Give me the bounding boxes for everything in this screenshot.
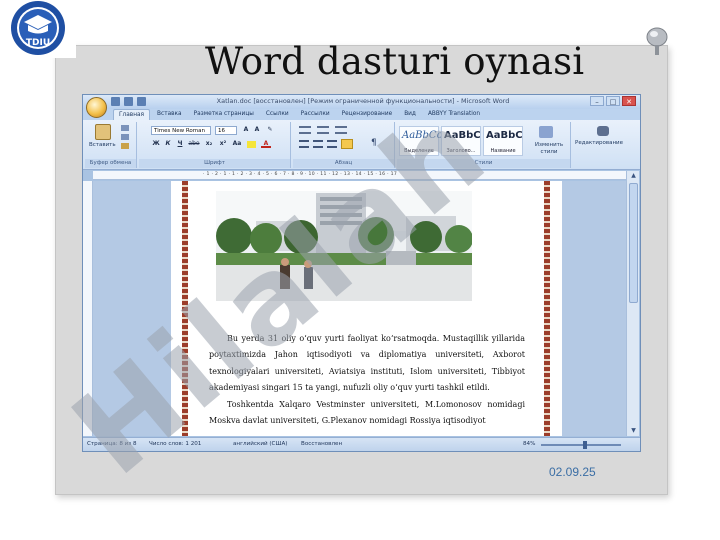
style-title[interactable]: AaBbC Название xyxy=(483,126,523,156)
underline-button[interactable]: Ч xyxy=(175,140,185,148)
font-name-select[interactable]: Times New Roman xyxy=(151,126,211,135)
paste-icon[interactable] xyxy=(95,124,111,140)
tab-view[interactable]: Вид xyxy=(399,109,421,120)
font-size-select[interactable]: 16 xyxy=(215,126,237,135)
paragraph-group: ¶ Абзац xyxy=(293,122,395,168)
format-painter-icon[interactable] xyxy=(121,143,129,149)
university-logo: TDIU xyxy=(0,0,76,58)
style-name: Название xyxy=(490,148,516,154)
change-styles-icon[interactable] xyxy=(539,126,553,138)
horizontal-ruler[interactable]: · 1 · 2 · 1 · 1 · 2 · 3 · 4 · 5 · 6 · 7 … xyxy=(93,171,626,180)
superscript-button[interactable]: x² xyxy=(217,140,229,148)
undo-icon[interactable] xyxy=(124,97,133,106)
grow-font-icon[interactable]: A xyxy=(241,126,251,134)
change-case-button[interactable]: Aa xyxy=(231,140,243,148)
align-left-icon[interactable] xyxy=(299,140,309,148)
mode-status: Восстановлен xyxy=(301,441,343,447)
bold-button[interactable]: Ж xyxy=(151,140,161,148)
multilevel-list-icon[interactable] xyxy=(335,126,347,134)
word-window: Xatlan.doc [восстановлен] [Режим огранич… xyxy=(82,94,641,452)
language-status[interactable]: английский (США) xyxy=(233,441,287,447)
close-button[interactable]: ✕ xyxy=(622,96,636,106)
paragraph-2: Toshkentda Xalqaro Vestminster universit… xyxy=(209,399,525,426)
tab-home[interactable]: Главная xyxy=(113,109,151,120)
logo-text: TDIU xyxy=(26,38,50,48)
clipboard-group: Вставить Буфер обмена xyxy=(85,122,137,168)
font-color-button[interactable]: A xyxy=(261,140,271,148)
tab-insert[interactable]: Вставка xyxy=(152,109,187,120)
page-border-right xyxy=(544,181,550,436)
tab-page-layout[interactable]: Разметка страницы xyxy=(189,109,259,120)
window-titlebar: Xatlan.doc [восстановлен] [Режим огранич… xyxy=(83,95,640,109)
paste-button[interactable]: Вставить xyxy=(89,142,116,148)
save-icon[interactable] xyxy=(111,97,120,106)
tab-abbyy[interactable]: ABBYY Translation xyxy=(423,109,485,120)
binoculars-icon[interactable] xyxy=(597,126,609,136)
redo-icon[interactable] xyxy=(137,97,146,106)
window-title: Xatlan.doc [восстановлен] [Режим огранич… xyxy=(216,97,510,105)
shrink-font-icon[interactable]: A xyxy=(252,126,262,134)
clear-format-icon[interactable]: ✎ xyxy=(265,126,275,134)
editing-group: Редактирование xyxy=(573,122,633,168)
document-text[interactable]: Bu yerda 31 oliy o‘quv yurti faoliyat ko… xyxy=(209,331,525,429)
scroll-down-icon[interactable]: ▼ xyxy=(629,427,638,435)
campus-photo xyxy=(216,191,472,301)
window-controls: – □ ✕ xyxy=(590,96,636,106)
italic-button[interactable]: К xyxy=(163,140,173,148)
scroll-thumb[interactable] xyxy=(629,183,638,303)
document-page[interactable]: Bu yerda 31 oliy o‘quv yurti faoliyat ko… xyxy=(171,181,562,436)
style-emphasis[interactable]: AaBbCcI Выделение xyxy=(399,126,446,156)
word-count[interactable]: Число слов: 1 201 xyxy=(149,441,201,447)
page-count[interactable]: Страница: 8 из 8 xyxy=(87,441,137,447)
status-bar: Страница: 8 из 8 Число слов: 1 201 англи… xyxy=(83,437,640,451)
align-center-icon[interactable] xyxy=(313,140,323,148)
font-group: Times New Roman 16 A A ✎ Ж К Ч abe x₂ x²… xyxy=(139,122,291,168)
highlight-icon[interactable] xyxy=(247,141,256,148)
quick-access-toolbar xyxy=(111,97,146,107)
numbering-icon[interactable] xyxy=(317,126,329,134)
slide-title: Word dasturi oynasi xyxy=(205,40,585,83)
clipboard-label: Буфер обмена xyxy=(85,159,136,168)
justify-icon[interactable] xyxy=(341,139,353,149)
tab-references[interactable]: Ссылки xyxy=(261,109,294,120)
style-name: Заголово... xyxy=(446,148,476,154)
styles-group: AaBbCcI Выделение AaBbC Заголово... AaBb… xyxy=(397,122,571,168)
maximize-button[interactable]: □ xyxy=(606,96,620,106)
subscript-button[interactable]: x₂ xyxy=(203,140,215,148)
copy-icon[interactable] xyxy=(121,134,129,140)
font-label: Шрифт xyxy=(139,159,290,168)
office-button[interactable] xyxy=(86,97,107,118)
tab-mailings[interactable]: Рассылки xyxy=(296,109,335,120)
cut-icon[interactable] xyxy=(121,125,129,131)
zoom-level[interactable]: 84% xyxy=(523,441,535,447)
vertical-ruler[interactable] xyxy=(83,181,93,436)
ribbon: Вставить Буфер обмена Times New Roman 16… xyxy=(83,120,640,170)
tab-review[interactable]: Рецензирование xyxy=(337,109,398,120)
editing-button[interactable]: Редактирование xyxy=(575,140,623,146)
show-marks-icon[interactable]: ¶ xyxy=(371,138,381,148)
paragraph-label: Абзац xyxy=(293,159,394,168)
bullets-icon[interactable] xyxy=(299,126,311,134)
style-heading[interactable]: AaBbC Заголово... xyxy=(441,126,481,156)
minimize-button[interactable]: – xyxy=(590,96,604,106)
ruler-marks: · 1 · 2 · 1 · 1 · 2 · 3 · 4 · 5 · 6 · 7 … xyxy=(203,172,398,177)
style-sample: AaBbC xyxy=(444,130,481,141)
pushpin-icon xyxy=(644,27,670,59)
paragraph-1: Bu yerda 31 oliy o‘quv yurti faoliyat ko… xyxy=(209,334,525,393)
document-area: Bu yerda 31 oliy o‘quv yurti faoliyat ko… xyxy=(93,181,626,436)
style-sample: AaBbCcI xyxy=(402,130,447,141)
vertical-scrollbar[interactable]: ▲ ▼ xyxy=(626,171,639,436)
styles-label: Стили xyxy=(397,159,570,168)
strikethrough-button[interactable]: abe xyxy=(187,140,201,148)
scroll-up-icon[interactable]: ▲ xyxy=(629,172,638,180)
zoom-slider[interactable] xyxy=(541,444,621,446)
style-name: Выделение xyxy=(404,148,434,154)
page-border-left xyxy=(182,181,188,436)
align-right-icon[interactable] xyxy=(327,140,337,148)
zoom-slider-thumb[interactable] xyxy=(583,441,587,449)
style-sample: AaBbC xyxy=(486,130,523,141)
change-styles-button[interactable]: Изменить стили xyxy=(529,142,569,156)
ribbon-tabs: Главная Вставка Разметка страницы Ссылки… xyxy=(83,109,640,120)
slide-date: 02.09.25 xyxy=(549,465,596,479)
